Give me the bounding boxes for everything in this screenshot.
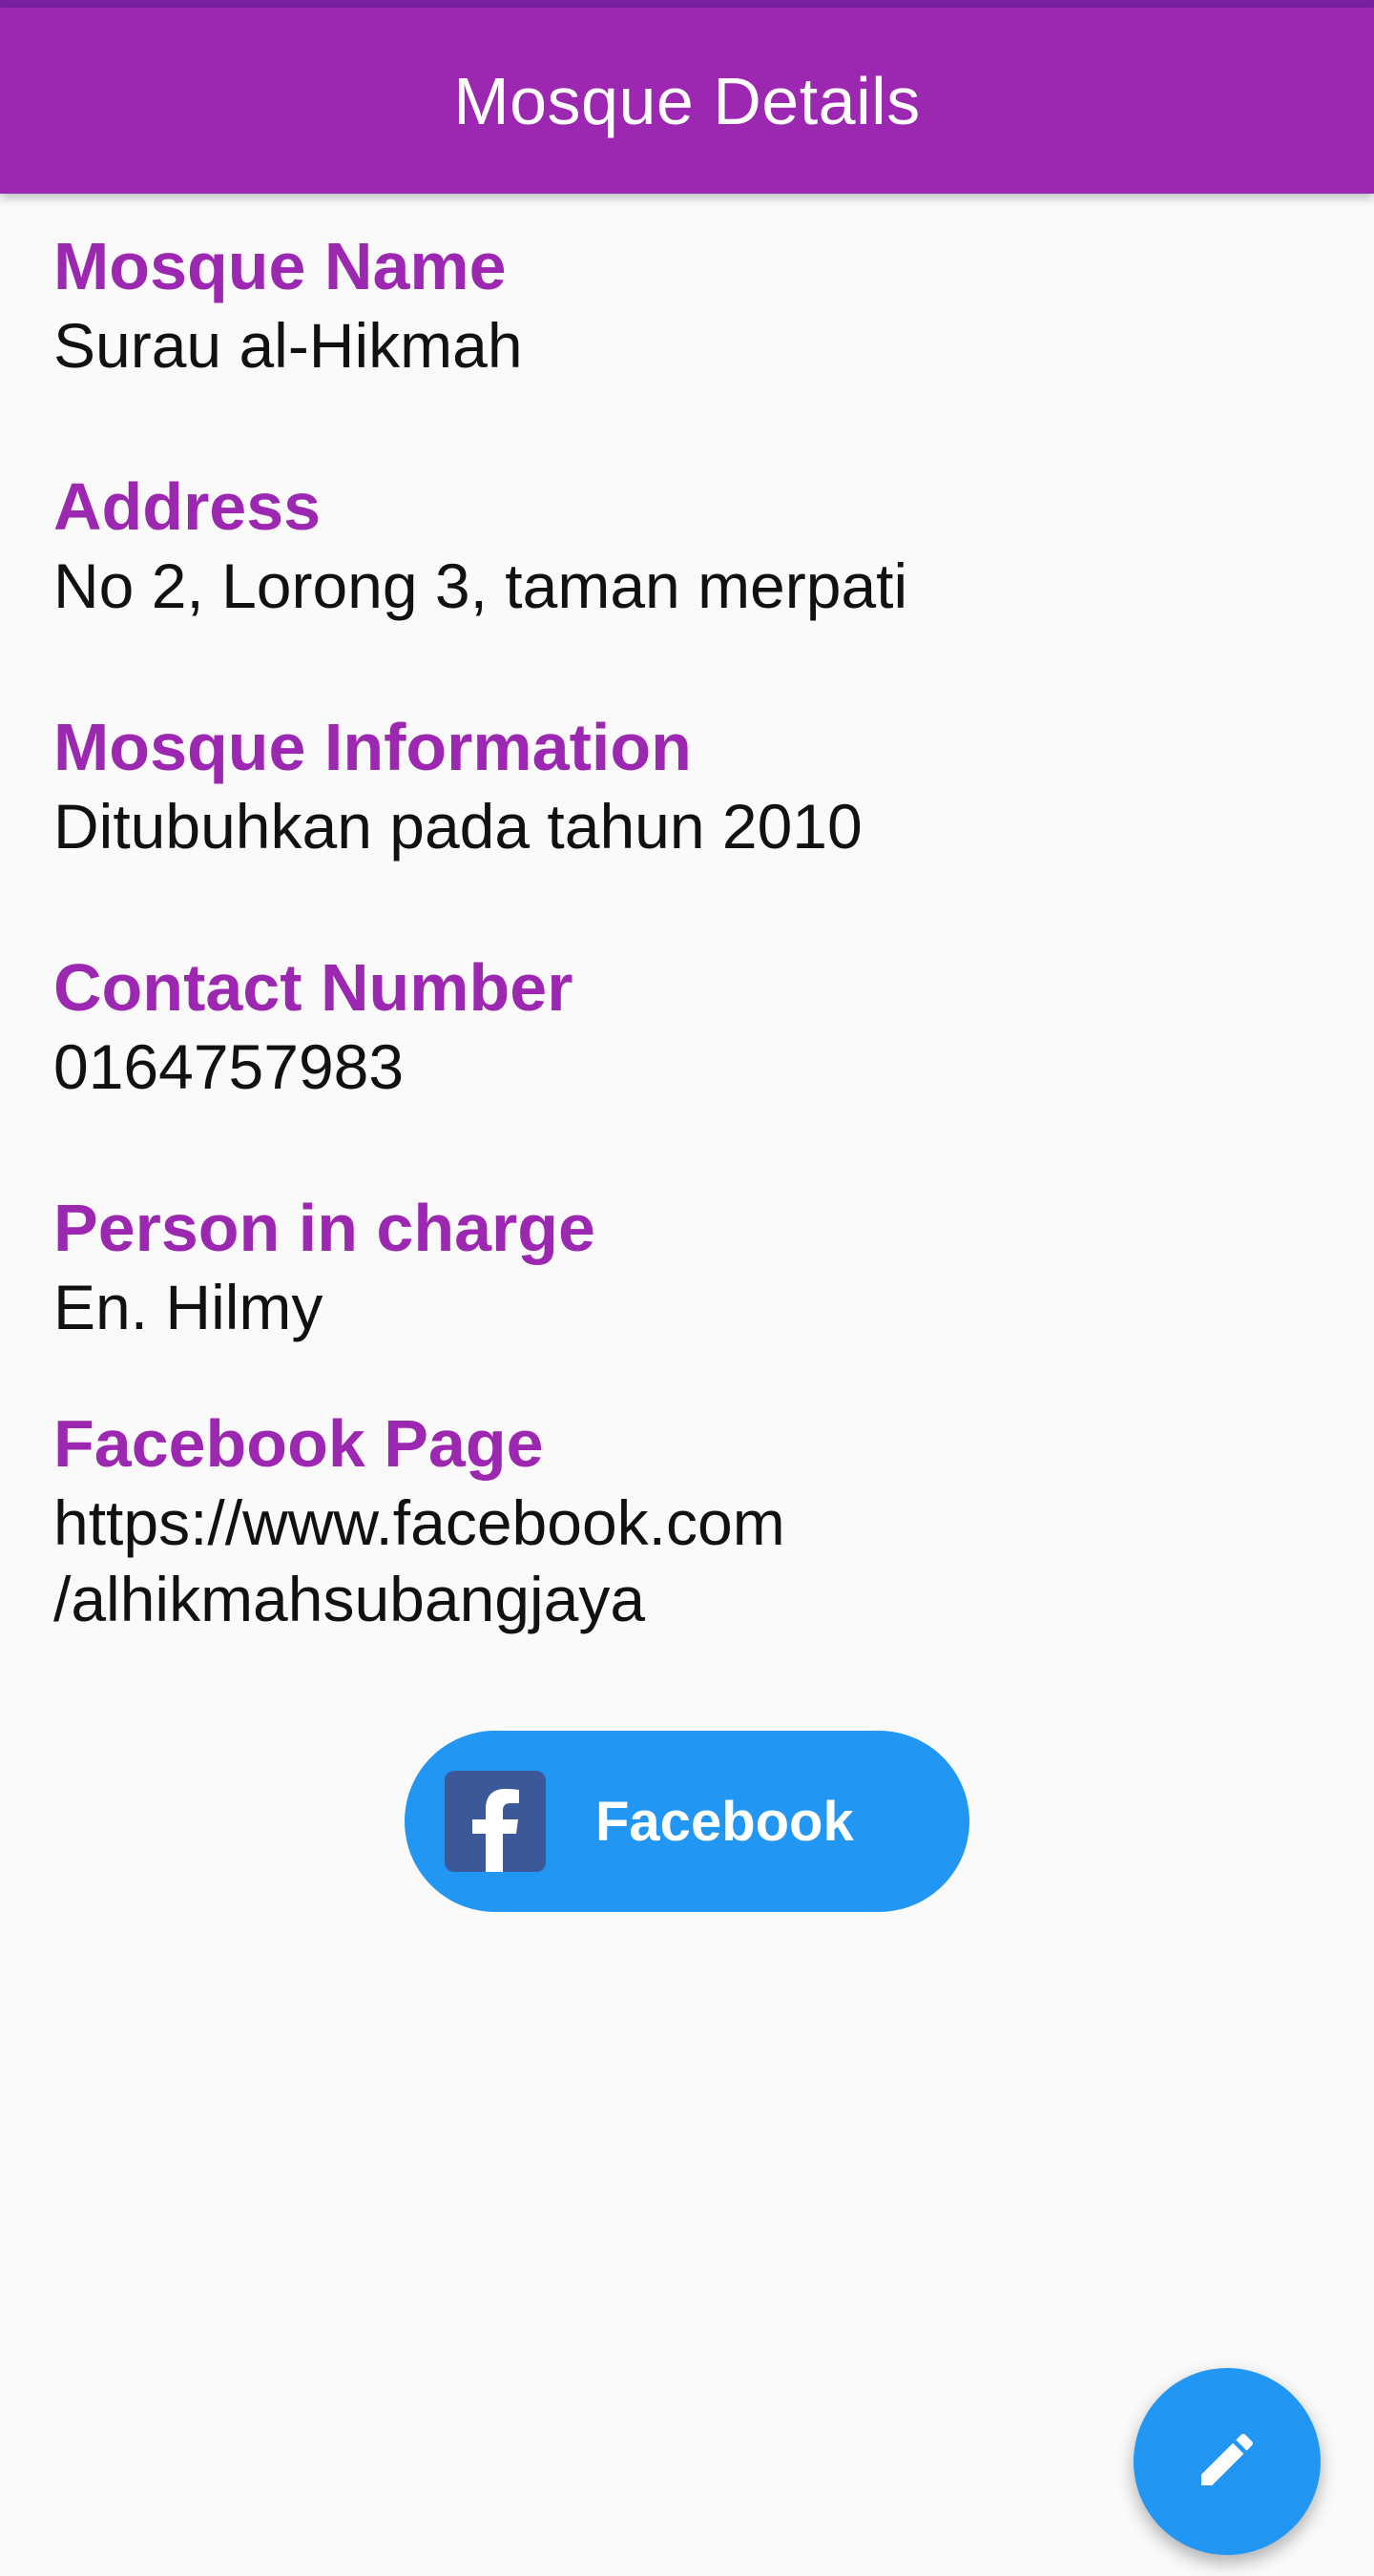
facebook-logo-icon bbox=[445, 1771, 546, 1872]
address-field: Address No 2, Lorong 3, taman merpati bbox=[53, 466, 1322, 624]
app-bar: Mosque Details bbox=[0, 8, 1374, 194]
mosque-information-value: Ditubuhkan pada tahun 2010 bbox=[53, 791, 863, 862]
person-in-charge-label: Person in charge bbox=[53, 1191, 595, 1265]
mosque-information-field: Mosque Information Ditubuhkan pada tahun… bbox=[53, 706, 1322, 864]
facebook-page-url-line1: https://www.facebook.com bbox=[53, 1487, 785, 1558]
facebook-page-field: Facebook Page https://www.facebook.com /… bbox=[53, 1402, 1322, 1637]
mosque-details-content: Mosque Name Surau al-Hikmah Address No 2… bbox=[53, 225, 1322, 1637]
mosque-name-field: Mosque Name Surau al-Hikmah bbox=[53, 225, 1322, 384]
contact-number-value: 0164757983 bbox=[53, 1031, 405, 1102]
mosque-information-label: Mosque Information bbox=[53, 710, 692, 784]
edit-fab[interactable] bbox=[1134, 2368, 1321, 2555]
address-value: No 2, Lorong 3, taman merpati bbox=[53, 551, 908, 621]
facebook-button[interactable]: Facebook bbox=[405, 1731, 969, 1912]
facebook-button-label: Facebook bbox=[595, 1790, 854, 1853]
contact-number-label: Contact Number bbox=[53, 950, 573, 1025]
page-title: Mosque Details bbox=[453, 63, 921, 138]
mosque-name-label: Mosque Name bbox=[53, 229, 507, 303]
status-bar-strip bbox=[0, 0, 1374, 8]
mosque-name-value: Surau al-Hikmah bbox=[53, 310, 523, 381]
person-in-charge-field: Person in charge En. Hilmy bbox=[53, 1187, 1322, 1345]
address-label: Address bbox=[53, 469, 322, 544]
facebook-page-label: Facebook Page bbox=[53, 1406, 544, 1481]
person-in-charge-value: En. Hilmy bbox=[53, 1272, 323, 1342]
contact-number-field: Contact Number 0164757983 bbox=[53, 946, 1322, 1105]
facebook-page-url-line2: /alhikmahsubangjaya bbox=[53, 1564, 646, 1634]
edit-pencil-icon bbox=[1193, 2425, 1261, 2499]
